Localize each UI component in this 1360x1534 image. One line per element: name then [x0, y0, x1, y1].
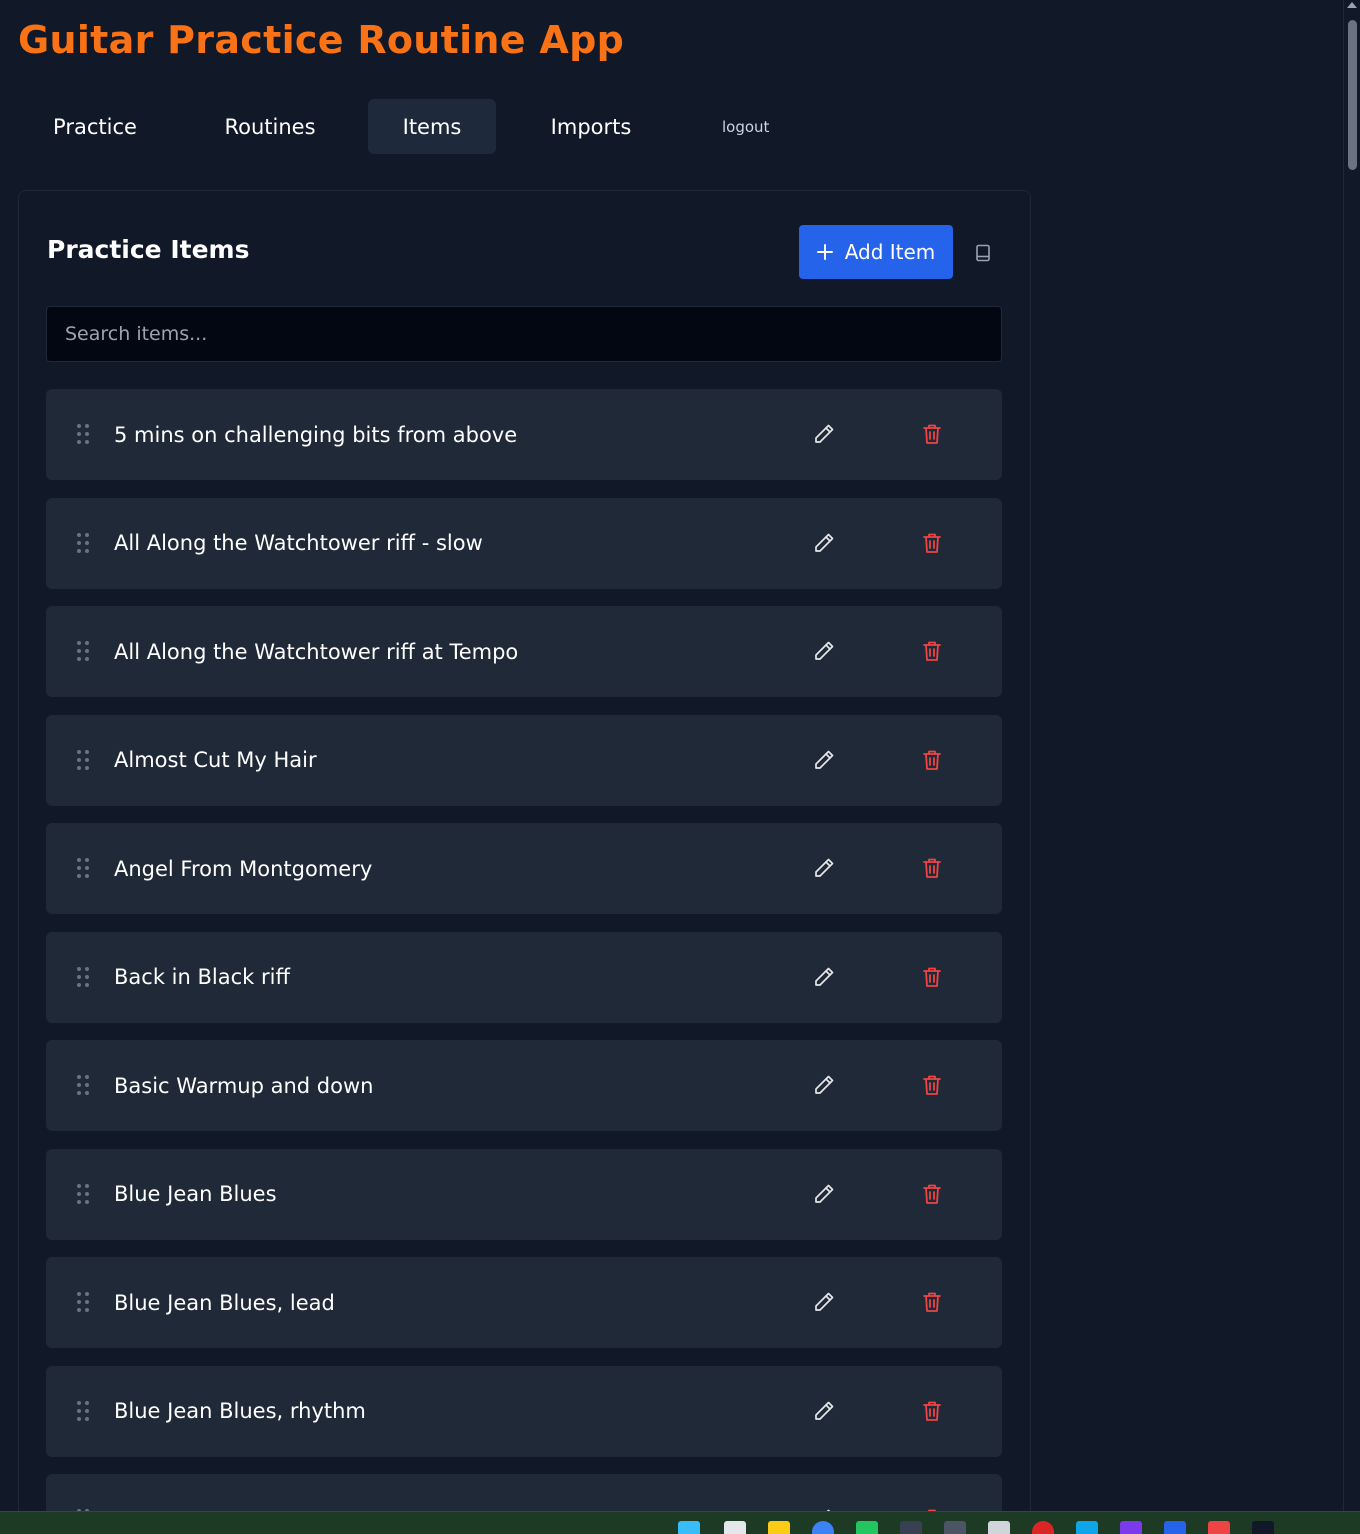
list-item[interactable]: All Along the Watchtower riff - slow	[46, 497, 1002, 589]
trash-icon[interactable]	[920, 639, 944, 663]
pencil-icon[interactable]	[812, 1073, 836, 1097]
drag-handle-icon[interactable]	[76, 1183, 90, 1205]
terminal-icon[interactable]	[944, 1521, 966, 1534]
app-red-icon[interactable]	[1208, 1521, 1230, 1534]
trash-icon[interactable]	[920, 1073, 944, 1097]
list-item[interactable]: Blue Jean Blues	[46, 1148, 1002, 1240]
drag-handle-icon[interactable]	[76, 966, 90, 988]
list-item-label: All Along the Watchtower riff - slow	[114, 531, 483, 555]
opera-icon[interactable]	[1032, 1521, 1054, 1534]
list-item[interactable]: Blue Jean Blues, lead	[46, 1257, 1002, 1348]
search-input[interactable]	[46, 306, 1002, 362]
pencil-icon[interactable]	[812, 1399, 836, 1423]
tab-imports[interactable]: Imports	[496, 99, 686, 154]
pencil-icon[interactable]	[812, 422, 836, 446]
drag-handle-icon[interactable]	[76, 423, 90, 445]
pencil-icon[interactable]	[812, 856, 836, 880]
list-item-label: Blue Jean Blues	[114, 1182, 277, 1206]
trash-icon[interactable]	[920, 1182, 944, 1206]
notepad-icon[interactable]	[988, 1521, 1010, 1534]
practice-item-list: 5 mins on challenging bits from above Al…	[46, 389, 1002, 1534]
pencil-icon[interactable]	[812, 639, 836, 663]
book-icon[interactable]	[969, 239, 997, 267]
trash-icon[interactable]	[920, 422, 944, 446]
logout-link[interactable]: logout	[722, 118, 769, 136]
list-item-label: 5 mins on challenging bits from above	[114, 422, 518, 447]
trash-icon[interactable]	[920, 856, 944, 880]
trash-icon[interactable]	[920, 748, 944, 772]
scroll-thumb[interactable]	[1348, 20, 1357, 170]
list-item-label: Angel From Montgomery	[114, 856, 373, 881]
list-item-label: Basic Warmup and down	[114, 1073, 374, 1098]
pencil-icon[interactable]	[812, 1182, 836, 1206]
list-item[interactable]: Basic Warmup and down	[46, 1040, 1002, 1131]
task-view-icon[interactable]	[724, 1521, 746, 1534]
windows-start-icon[interactable]	[678, 1521, 700, 1534]
tab-routines[interactable]: Routines	[172, 99, 368, 154]
pencil-icon[interactable]	[812, 965, 836, 989]
store-icon[interactable]	[856, 1521, 878, 1534]
file-explorer-icon[interactable]	[768, 1521, 790, 1534]
list-item-label: All Along the Watchtower riff at Tempo	[114, 639, 519, 664]
list-item[interactable]: Back in Black riff	[46, 931, 1002, 1023]
drag-handle-icon[interactable]	[76, 1291, 90, 1313]
pencil-icon[interactable]	[812, 748, 836, 772]
list-item[interactable]: 5 mins on challenging bits from above	[46, 389, 1002, 480]
trash-icon[interactable]	[920, 965, 944, 989]
scroll-up-arrow-icon[interactable]	[1347, 2, 1357, 8]
drag-handle-icon[interactable]	[76, 1074, 90, 1096]
app-title: Guitar Practice Routine App	[18, 18, 625, 62]
add-item-label: Add Item	[844, 240, 936, 264]
add-item-button[interactable]: Add Item	[799, 225, 953, 279]
list-item[interactable]: Blue Jean Blues, rhythm	[46, 1365, 1002, 1457]
browser-icon[interactable]	[812, 1521, 834, 1534]
os-taskbar	[0, 1511, 1360, 1534]
trash-icon[interactable]	[920, 1290, 944, 1314]
list-item-label: Back in Black riff	[114, 965, 290, 989]
app-blue-icon[interactable]	[1164, 1521, 1186, 1534]
drag-handle-icon[interactable]	[76, 640, 90, 662]
pencil-icon[interactable]	[812, 531, 836, 555]
pencil-icon[interactable]	[812, 1290, 836, 1314]
page: Guitar Practice Routine App Practice Rou…	[0, 0, 1360, 1534]
list-item[interactable]: Almost Cut My Hair	[46, 714, 1002, 806]
list-item[interactable]: All Along the Watchtower riff at Tempo	[46, 606, 1002, 697]
drag-handle-icon[interactable]	[76, 532, 90, 554]
drag-handle-icon[interactable]	[76, 857, 90, 879]
tab-items[interactable]: Items	[368, 99, 496, 154]
main-nav: Practice Routines Items Imports logout	[18, 99, 769, 154]
vscode-icon[interactable]	[1076, 1521, 1098, 1534]
plus-icon	[816, 239, 833, 265]
app-dark-icon[interactable]	[1252, 1521, 1274, 1534]
page-scrollbar[interactable]	[1343, 0, 1360, 1511]
app-icon[interactable]	[900, 1521, 922, 1534]
trash-icon[interactable]	[920, 531, 944, 555]
panel-title: Practice Items	[47, 235, 250, 264]
app-purple-icon[interactable]	[1120, 1521, 1142, 1534]
practice-items-panel: Practice Items Add Item 5 mins on challe…	[18, 190, 1031, 1534]
drag-handle-icon[interactable]	[76, 749, 90, 771]
list-item-label: Blue Jean Blues, lead	[114, 1290, 335, 1315]
trash-icon[interactable]	[920, 1399, 944, 1423]
list-item-label: Almost Cut My Hair	[114, 748, 317, 772]
list-item-label: Blue Jean Blues, rhythm	[114, 1399, 366, 1423]
drag-handle-icon[interactable]	[76, 1400, 90, 1422]
list-item[interactable]: Angel From Montgomery	[46, 823, 1002, 914]
tab-practice[interactable]: Practice	[18, 99, 172, 154]
